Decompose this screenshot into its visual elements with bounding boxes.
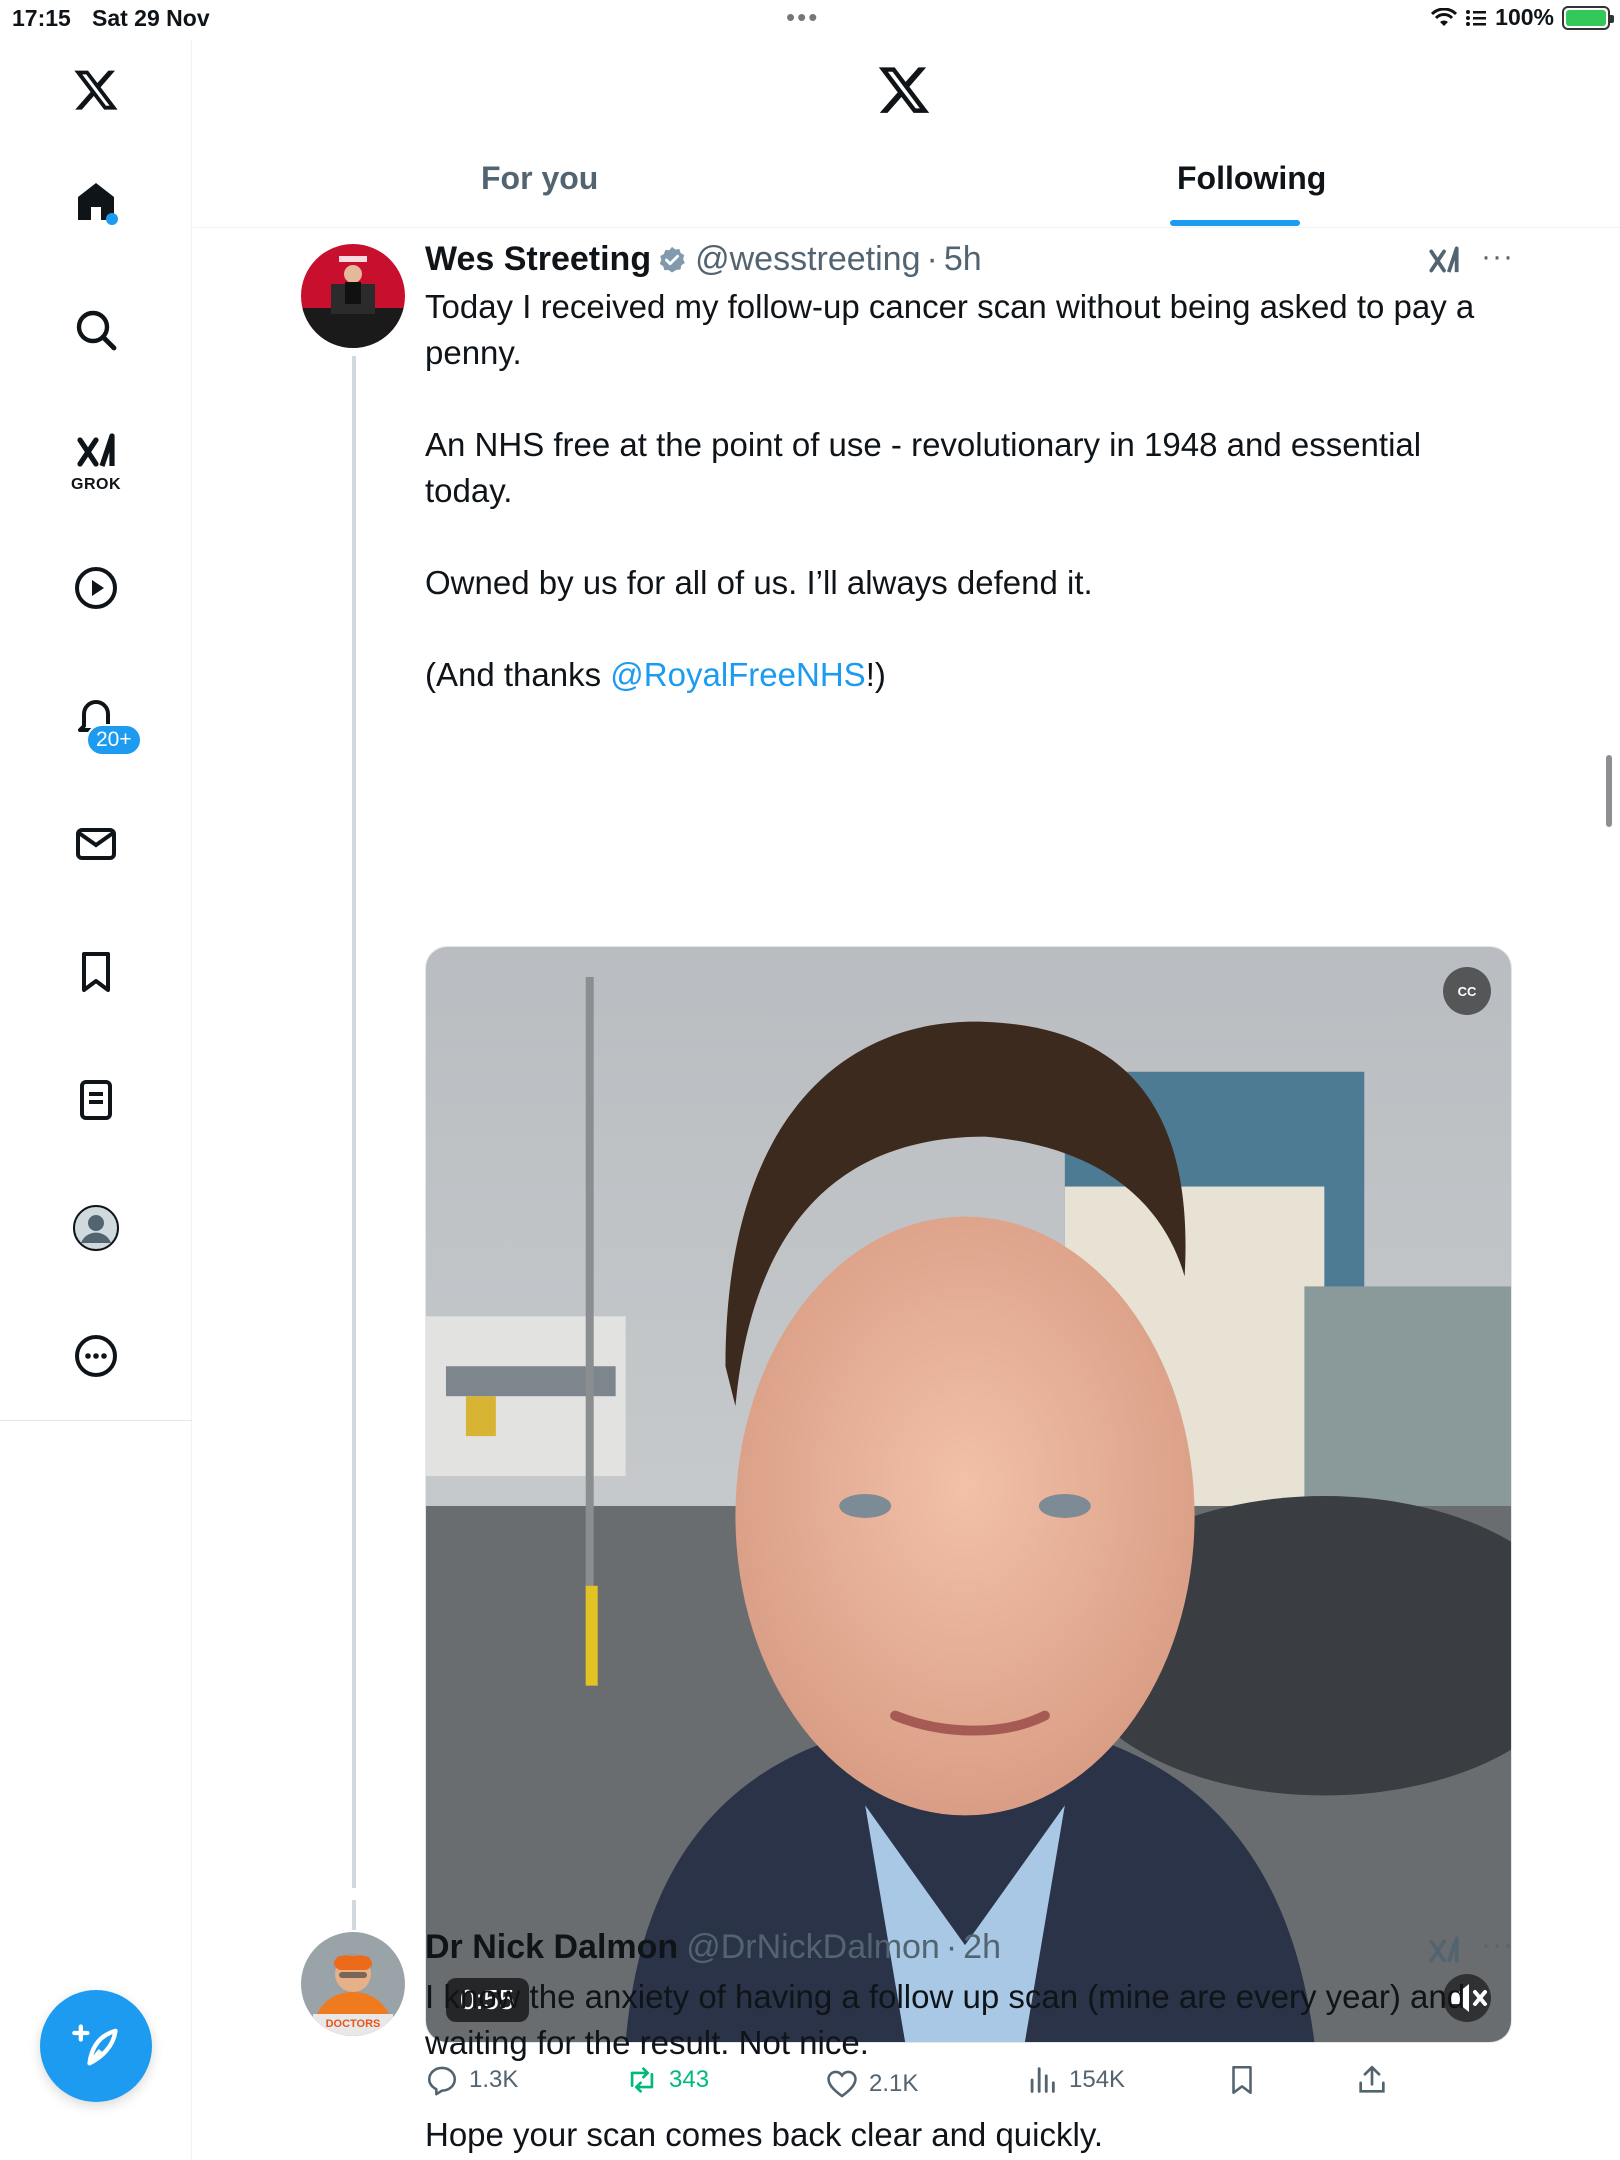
status-bar: 17:15 Sat 29 Nov ••• 100%: [0, 0, 1620, 40]
tweet-paragraph: Today I received my follow-up cancer sca…: [425, 288, 1475, 371]
tweet-paragraph: Hope your scan comes back clear and quic…: [425, 2116, 1104, 2153]
text-prefix: (And thanks: [425, 656, 611, 693]
tweet-text: I know the anxiety of having a follow up…: [425, 1974, 1505, 2160]
thread-line: [352, 1900, 356, 1930]
battery-percent: 100%: [1495, 4, 1554, 30]
thread-line: [352, 356, 356, 1888]
multitasking-dots-icon[interactable]: •••: [786, 2, 819, 33]
video-frame: [426, 947, 1511, 2042]
lists-icon[interactable]: [60, 1064, 132, 1136]
status-time: 17:15: [12, 5, 71, 31]
tweet-paragraph: I know the anxiety of having a follow up…: [425, 1978, 1466, 2061]
battery-icon: [1562, 5, 1614, 30]
tweet-paragraph: An NHS free at the point of use - revolu…: [425, 426, 1422, 509]
x-logo-icon[interactable]: [60, 54, 132, 126]
notifications-badge: 20+: [86, 724, 142, 756]
text-suffix: !): [865, 656, 886, 693]
grok-icon[interactable]: [1425, 242, 1463, 280]
search-icon[interactable]: [60, 294, 132, 366]
avatar[interactable]: [301, 244, 405, 348]
sidebar-divider: [0, 1420, 192, 1421]
separator: ·: [926, 240, 938, 278]
compose-post-button[interactable]: [40, 1990, 152, 2102]
home-unread-dot: [106, 213, 118, 225]
compose-post-icon: [72, 2024, 118, 2066]
tweet-header: Dr Nick Dalmon @DrNickDalmon · 2h: [425, 1928, 1001, 1967]
more-icon[interactable]: [60, 1320, 132, 1392]
home-icon[interactable]: [60, 166, 132, 238]
tweet-paragraph: (And thanks @RoyalFreeNHS!): [425, 652, 1505, 698]
wifi-icon: [1431, 7, 1458, 26]
avatar[interactable]: DOCTORS: [301, 1932, 405, 2036]
mention-link[interactable]: @RoyalFreeNHS: [610, 656, 865, 693]
status-date: Sat 29 Nov: [92, 5, 210, 31]
sidebar: GROK 20+: [0, 40, 192, 2160]
display-name[interactable]: Dr Nick Dalmon: [425, 1928, 678, 1967]
grok-label: GROK: [71, 476, 121, 493]
messages-icon[interactable]: [60, 808, 132, 880]
list-status-icon: [1466, 9, 1487, 26]
tweet-paragraph: Owned by us for all of us. I’ll always d…: [425, 564, 1093, 601]
status-indicators: 100%: [1431, 4, 1614, 31]
closed-captions-button[interactable]: CC: [1443, 967, 1491, 1015]
tweet-text: Today I received my follow-up cancer sca…: [425, 284, 1505, 744]
display-name[interactable]: Wes Streeting: [425, 240, 651, 279]
timestamp[interactable]: 5h: [944, 240, 982, 279]
verified-badge-icon: [659, 246, 685, 272]
x-logo-icon[interactable]: [876, 62, 932, 118]
video-player[interactable]: CC 0:55: [425, 946, 1512, 2043]
more-options-icon[interactable]: ···: [1481, 1928, 1514, 1962]
tweet[interactable]: Wes Streeting @wesstreeting · 5h ··· Tod…: [193, 228, 1620, 2098]
tab-for-you[interactable]: For you: [481, 160, 598, 197]
separator: ·: [945, 1928, 958, 1966]
more-options-icon[interactable]: ···: [1481, 240, 1514, 274]
active-tab-indicator: [1170, 220, 1300, 226]
avatar-sign-text: DOCTORS: [326, 2018, 381, 2030]
timestamp[interactable]: 2h: [963, 1928, 1001, 1967]
handle[interactable]: @wesstreeting: [695, 240, 920, 279]
profile-icon[interactable]: [60, 1192, 132, 1264]
tweet[interactable]: DOCTORS Dr Nick Dalmon @DrNickDalmon · 2…: [193, 1900, 1620, 2160]
scroll-indicator[interactable]: [1606, 755, 1612, 827]
handle[interactable]: @DrNickDalmon: [686, 1928, 940, 1967]
bookmarks-icon[interactable]: [60, 936, 132, 1008]
tweet-header: Wes Streeting @wesstreeting · 5h: [425, 240, 982, 279]
grok-icon[interactable]: [1425, 1932, 1463, 1970]
video-icon[interactable]: [60, 552, 132, 624]
timeline-header: For you Following: [193, 40, 1620, 228]
tab-following[interactable]: Following: [1177, 160, 1326, 197]
